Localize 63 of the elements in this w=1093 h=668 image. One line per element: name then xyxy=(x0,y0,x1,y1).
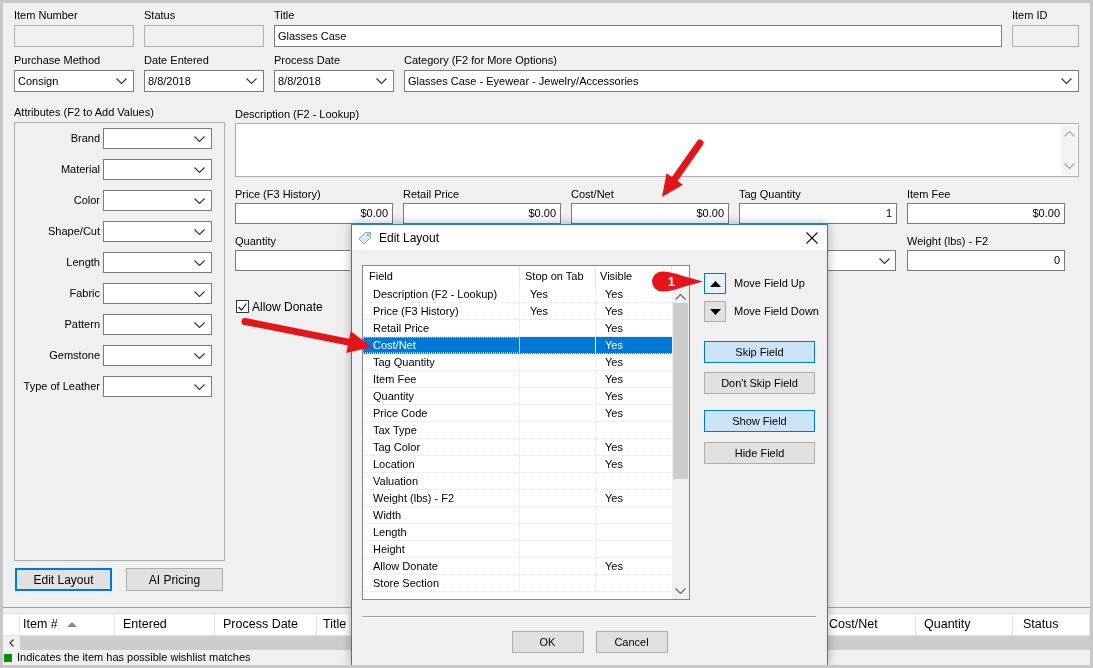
table-cell: Weight (lbs) - F2 xyxy=(363,490,520,506)
table-cell-text: Yes xyxy=(604,371,624,387)
table-cell: Item Fee xyxy=(363,371,520,387)
table-cell: Width xyxy=(363,507,520,523)
table-cell-text: Yes xyxy=(604,439,624,455)
field-label: Purchase Method xyxy=(14,53,101,68)
table-cell: Allow Donate xyxy=(363,558,520,574)
field-label: Quantity xyxy=(235,234,276,249)
field-label: Item Fee xyxy=(907,187,951,202)
field-label: Type of Leather xyxy=(23,381,100,392)
field-label: Status xyxy=(144,8,176,23)
field-label: Brand xyxy=(70,133,100,144)
table-cell: Price Code xyxy=(363,405,520,421)
table-cell: Description (F2 - Lookup) xyxy=(363,286,520,302)
field-label: Process Date xyxy=(274,53,341,68)
table-cell: Store Section xyxy=(363,575,520,591)
table-cell: Quantity xyxy=(363,388,520,404)
window-title: Edit Layout xyxy=(379,231,440,244)
field-label: Shape/Cut xyxy=(48,226,100,237)
table-cell-text: Yes xyxy=(604,354,624,370)
field-label: Item Number xyxy=(14,8,78,23)
field-label: Date Entered xyxy=(144,53,209,68)
field-label: Fabric xyxy=(69,288,100,299)
button-caption: Move Field Up xyxy=(734,278,805,289)
table-cell-text: Yes xyxy=(604,320,624,336)
table-cell: Tax Type xyxy=(363,422,520,438)
table-cell: Location xyxy=(363,456,520,472)
table-cell-text: Yes xyxy=(604,456,624,472)
field-label: Weight (lbs) - F2 xyxy=(907,234,989,249)
field-label: Cost/Net xyxy=(571,187,614,202)
table-cell: Yes xyxy=(520,303,596,319)
table-cell-text: Yes xyxy=(604,337,624,353)
table-cell-text: Yes xyxy=(604,388,624,404)
table-cell: Valuation xyxy=(363,473,520,489)
checkbox-label: Allow Donate xyxy=(252,300,323,313)
field-label: Gemstone xyxy=(49,350,100,361)
table-cell: Tag Color xyxy=(363,439,520,455)
field-label: Description (F2 - Lookup) xyxy=(235,107,360,122)
field-label: Material xyxy=(60,164,100,175)
table-cell-text: Yes xyxy=(604,490,624,506)
field-label: Tag Quantity xyxy=(739,187,801,202)
table-cell: Height xyxy=(363,541,520,557)
table-cell: Price (F3 History) xyxy=(363,303,520,319)
field-label: Pattern xyxy=(64,319,100,330)
step-callout: 1 xyxy=(651,271,703,292)
table-cell-text: Yes xyxy=(604,405,624,421)
field-label: Title xyxy=(274,8,295,23)
field-label: Length xyxy=(66,257,100,268)
field-label: Category (F2 for More Options) xyxy=(404,53,557,68)
field-label: Color xyxy=(73,195,100,206)
table-cell: Length xyxy=(363,524,520,540)
table-cell: Yes xyxy=(520,286,596,302)
table-cell-text: Yes xyxy=(604,558,624,574)
field-label: Retail Price xyxy=(403,187,460,202)
field-label: Price (F3 History) xyxy=(235,187,321,202)
table-cell-text: Yes xyxy=(604,303,624,319)
legend-text: Indicates the item has possible wishlist matches xyxy=(17,652,251,663)
table-cell-text: Yes xyxy=(604,286,624,302)
button-caption: Move Field Down xyxy=(734,306,819,317)
field-label: Item ID xyxy=(1012,8,1048,23)
section-label: Attributes (F2 to Add Values) xyxy=(14,105,154,120)
table-cell: Retail Price xyxy=(363,320,520,336)
table-cell: Tag Quantity xyxy=(363,354,520,370)
